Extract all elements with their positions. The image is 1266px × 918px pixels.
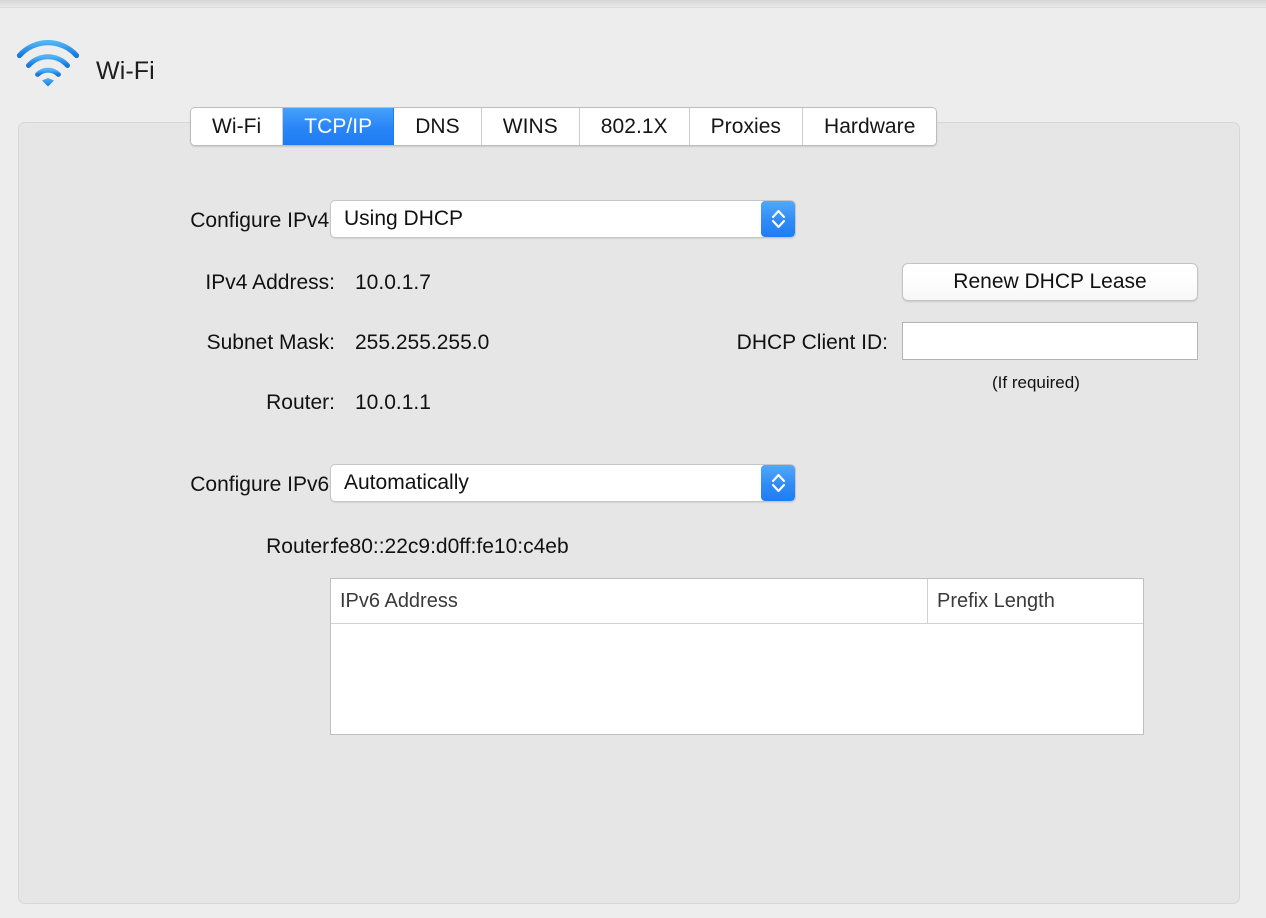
configure-ipv6-label: Configure IPv6: [190, 473, 335, 496]
subnet-mask-label: Subnet Mask: [206, 331, 335, 354]
tab-wins[interactable]: WINS [481, 108, 580, 145]
tab-8021x[interactable]: 802.1X [579, 108, 690, 145]
ipv4-router-value: 10.0.1.1 [355, 391, 431, 414]
window-top-edge [0, 0, 1266, 8]
column-header-prefix-length[interactable]: Prefix Length [928, 579, 1143, 623]
ipv4-address-value: 10.0.1.7 [355, 271, 431, 294]
configure-ipv4-popup[interactable]: Using DHCP [330, 200, 796, 238]
wifi-icon [16, 38, 84, 88]
chevron-up-down-icon [761, 201, 795, 237]
tab-hardware[interactable]: Hardware [802, 108, 937, 145]
subnet-mask-value: 255.255.255.0 [355, 331, 490, 354]
configure-ipv6-popup[interactable]: Automatically [330, 464, 796, 502]
configure-ipv4-label: Configure IPv4: [190, 209, 335, 232]
tab-dns[interactable]: DNS [394, 108, 482, 145]
ipv6-table-header-row: IPv6 Address Prefix Length [331, 579, 1143, 624]
dhcp-client-id-hint: (If required) [992, 373, 1080, 392]
service-header: Wi-Fi [0, 8, 1266, 96]
tab-proxies[interactable]: Proxies [689, 108, 803, 145]
tab-wifi[interactable]: Wi-Fi [191, 108, 284, 145]
ipv6-router-label: Router: [266, 535, 335, 558]
tab-bar: Wi-Fi TCP/IP DNS WINS 802.1X Proxies Har… [190, 107, 938, 146]
dhcp-client-id-input[interactable] [910, 329, 1190, 353]
configure-ipv6-value: Automatically [344, 471, 469, 494]
chevron-up-down-icon [761, 465, 795, 501]
column-header-ipv6-address[interactable]: IPv6 Address [331, 579, 928, 623]
ipv6-router-value: fe80::22c9:d0ff:fe10:c4eb [332, 535, 569, 558]
tab-tcpip[interactable]: TCP/IP [283, 108, 395, 145]
ipv6-table-body[interactable] [331, 624, 1143, 734]
configure-ipv4-value: Using DHCP [344, 207, 464, 230]
renew-dhcp-lease-button[interactable]: Renew DHCP Lease [902, 263, 1198, 301]
dhcp-client-id-label: DHCP Client ID: [736, 331, 888, 354]
service-name-label: Wi-Fi [96, 57, 155, 85]
ipv4-router-label: Router: [266, 391, 335, 414]
dhcp-client-id-field[interactable] [902, 322, 1198, 360]
ipv4-address-label: IPv4 Address: [205, 271, 335, 294]
ipv6-address-table[interactable]: IPv6 Address Prefix Length [330, 578, 1144, 735]
tcpip-settings-panel: Configure IPv4: Using DHCP IPv4 Address:… [18, 122, 1240, 904]
